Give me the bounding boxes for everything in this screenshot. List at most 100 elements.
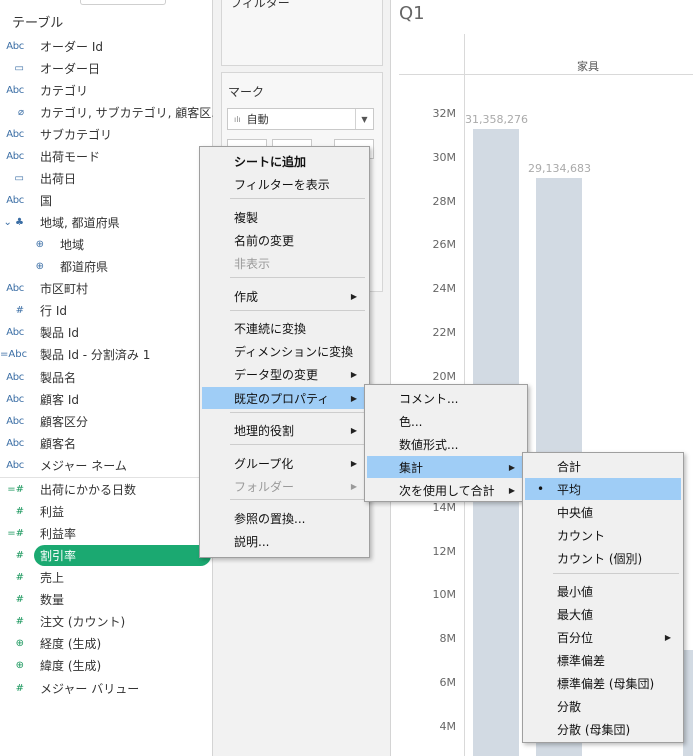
field-item[interactable]: ▭ 出荷日	[0, 167, 213, 189]
convert-discrete-item[interactable]: 不連続に変換	[202, 317, 367, 339]
menu-separator	[230, 499, 365, 500]
total-using-item[interactable]: 次を使用して合計 ▶	[367, 479, 525, 501]
field-item[interactable]: =# 利益率	[0, 522, 213, 544]
field-item[interactable]: # メジャー バリュー	[0, 677, 213, 699]
number-format-item[interactable]: 数値形式...	[367, 433, 525, 455]
submenu-arrow-icon: ▶	[508, 462, 515, 472]
count-distinct-item[interactable]: カウント (個別)	[525, 547, 681, 569]
describe-item[interactable]: 説明...	[202, 530, 367, 552]
field-item[interactable]: ⊕ 経度 (生成)	[0, 632, 213, 654]
aggregation-item[interactable]: 集計 ▶	[367, 456, 525, 478]
field-item[interactable]: # 数量	[0, 588, 213, 610]
field-item[interactable]: Abc 出荷モード	[0, 145, 213, 167]
add-to-sheet-item[interactable]: シートに追加	[202, 150, 367, 172]
menu-item-label: 合計	[557, 459, 582, 474]
menu-separator	[553, 573, 679, 574]
field-item[interactable]: Abc メジャー ネーム	[0, 454, 213, 476]
field-label: 顧客名	[40, 436, 77, 451]
field-item[interactable]: Abc オーダー Id	[0, 35, 213, 57]
field-item[interactable]: Abc 顧客区分	[0, 410, 213, 432]
average-item[interactable]: • 平均	[525, 478, 681, 500]
submenu-arrow-icon: ▶	[350, 458, 357, 468]
field-item[interactable]: Abc サブカテゴリ	[0, 123, 213, 145]
group-by-item[interactable]: グループ化 ▶	[202, 452, 367, 474]
field-item[interactable]: # 行 Id	[0, 299, 213, 321]
field-item[interactable]: # 注文 (カウント)	[0, 610, 213, 632]
field-item[interactable]: # 売上	[0, 566, 213, 588]
submenu-arrow-icon: ▶	[350, 291, 357, 301]
create-item[interactable]: 作成 ▶	[202, 285, 367, 307]
field-label: 利益	[40, 504, 65, 519]
count-item[interactable]: カウント	[525, 524, 681, 546]
chart-title: Q1	[399, 3, 425, 24]
field-item[interactable]: ⊕ 緯度 (生成)	[0, 654, 213, 676]
variance-item[interactable]: 分散	[525, 695, 681, 717]
menu-item-label: シートに追加	[234, 154, 307, 169]
menu-item-label: 集計	[399, 460, 424, 475]
menu-item-label: 色...	[399, 414, 423, 429]
menu-separator	[230, 444, 365, 445]
replace-references-item[interactable]: 参照の置換...	[202, 507, 367, 529]
y-tick-label: 26M	[432, 238, 457, 252]
search-box-edge[interactable]	[80, 0, 166, 5]
median-item[interactable]: 中央値	[525, 501, 681, 523]
column-header[interactable]: 家具	[577, 58, 599, 74]
max-item[interactable]: 最大値	[525, 603, 681, 625]
field-item[interactable]: ▭ オーダー日	[0, 57, 213, 79]
color-item[interactable]: 色...	[367, 410, 525, 432]
sum-item[interactable]: 合計	[525, 455, 681, 477]
menu-item-label: 既定のプロパティ	[234, 391, 330, 406]
field-item[interactable]: Abc 市区町村	[0, 277, 213, 299]
field-label: メジャー ネーム	[40, 458, 127, 473]
field-item[interactable]: ⊕ 地域	[0, 233, 213, 255]
field-item[interactable]: # 利益	[0, 500, 213, 522]
change-data-type-item[interactable]: データ型の変更 ▶	[202, 363, 367, 385]
stdev-item[interactable]: 標準偏差	[525, 649, 681, 671]
duplicate-item[interactable]: 複製	[202, 206, 367, 228]
measure-number-icon: #	[15, 615, 24, 627]
string-type-icon: Abc	[6, 415, 24, 427]
field-item[interactable]: ⌀ カテゴリ, サブカテゴリ, 顧客区…	[0, 101, 213, 123]
field-item[interactable]: # 割引率	[0, 544, 213, 566]
rename-item[interactable]: 名前の変更	[202, 229, 367, 251]
field-label: オーダー日	[40, 61, 101, 76]
geographic-role-item[interactable]: 地理的役割 ▶	[202, 419, 367, 441]
field-item[interactable]: Abc カテゴリ	[0, 79, 213, 101]
field-item[interactable]: Abc 製品 Id	[0, 321, 213, 343]
filters-card[interactable]: フィルター	[221, 0, 383, 66]
menu-item-label: 百分位	[557, 630, 594, 645]
percentile-item[interactable]: 百分位 ▶	[525, 626, 681, 648]
combined-field-icon: ⌀	[17, 106, 24, 118]
submenu-arrow-icon: ▶	[350, 481, 357, 491]
menu-item-label: グループ化	[234, 456, 294, 471]
stdevp-item[interactable]: 標準偏差 (母集団)	[525, 672, 681, 694]
mark-type-dropdown[interactable]: ılı 自動 ▼	[227, 108, 374, 130]
field-item[interactable]: =# 出荷にかかる日数	[0, 478, 213, 500]
field-label: 市区町村	[40, 281, 89, 296]
field-label: 都道府県	[60, 259, 109, 274]
field-label: 行 Id	[40, 303, 67, 318]
field-item[interactable]: ⊕ 都道府県	[0, 255, 213, 277]
calculated-measure-icon: =#	[7, 527, 24, 539]
context-menu: シートに追加 フィルターを表示 複製 名前の変更 非表示 作成 ▶ 不連続に変換 ディメンション…	[199, 146, 370, 558]
bar-partial[interactable]	[683, 650, 693, 756]
field-label: 製品 Id - 分割済み 1	[40, 347, 151, 362]
field-item[interactable]: Abc 顧客 Id	[0, 388, 213, 410]
field-label: 顧客区分	[40, 414, 89, 429]
field-item[interactable]: Abc 国	[0, 189, 213, 211]
field-item[interactable]: ⌄ ♣ 地域, 都道府県	[0, 211, 213, 233]
field-item[interactable]: =Abc 製品 Id - 分割済み 1	[0, 343, 213, 365]
y-tick-label: 10M	[432, 588, 457, 602]
convert-dimension-item[interactable]: ディメンションに変換	[202, 340, 367, 362]
comment-item[interactable]: コメント...	[367, 387, 525, 409]
menu-item-label: 最小値	[557, 584, 594, 599]
variancep-item[interactable]: 分散 (母集団)	[525, 718, 681, 740]
field-item[interactable]: Abc 顧客名	[0, 432, 213, 454]
field-item[interactable]: Abc 製品名	[0, 366, 213, 388]
field-label: 注文 (カウント)	[40, 614, 126, 629]
min-item[interactable]: 最小値	[525, 580, 681, 602]
string-type-icon: Abc	[6, 194, 24, 206]
default-properties-item[interactable]: 既定のプロパティ ▶	[202, 387, 367, 409]
show-filter-item[interactable]: フィルターを表示	[202, 173, 367, 195]
bar-chart-icon: ılı	[234, 114, 241, 124]
